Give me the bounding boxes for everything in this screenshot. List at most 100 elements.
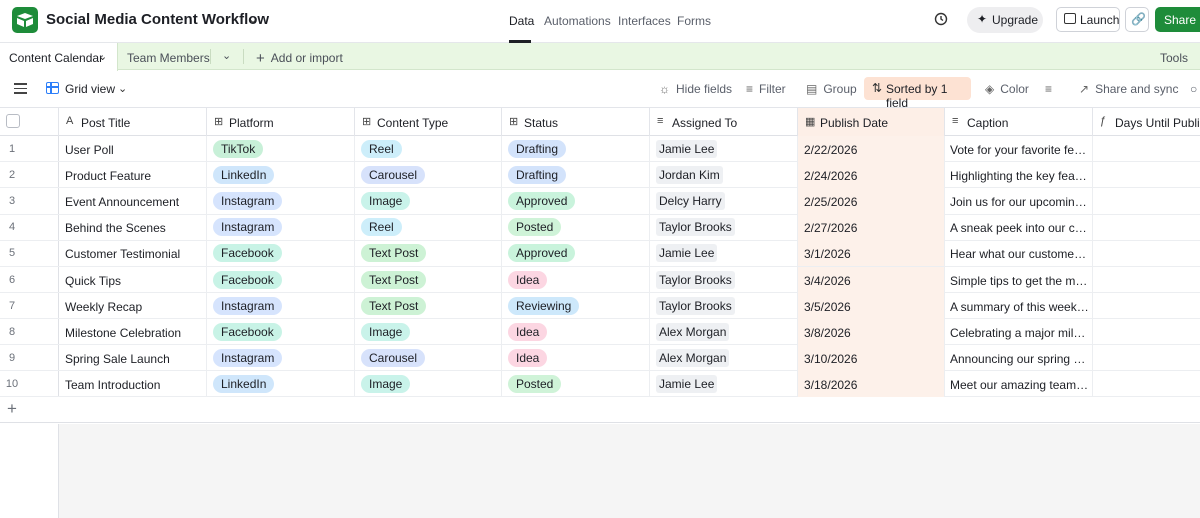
upgrade-button[interactable]: ✦ Upgrade — [967, 7, 1043, 33]
cell-status[interactable]: Reviewing — [502, 292, 650, 319]
table-row[interactable]: 4 Behind the Scenes Instagram Reel Posted Tay… — [0, 214, 1200, 241]
cell-days[interactable] — [1093, 267, 1200, 293]
cell-status[interactable]: Approved — [502, 240, 650, 267]
cell-platform[interactable]: Instagram — [207, 214, 355, 241]
cell-status[interactable]: Idea — [502, 344, 650, 371]
cell-caption[interactable]: Simple tips to get the most... — [945, 266, 1093, 293]
column-header-content-type[interactable]: ⊞ Content Type — [355, 108, 502, 136]
cell-title[interactable]: Weekly Recap — [59, 292, 207, 319]
cell-assigned[interactable]: Taylor Brooks — [650, 292, 798, 319]
cell-title[interactable]: Quick Tips — [59, 266, 207, 293]
cell-status[interactable]: Posted — [502, 214, 650, 241]
cell-date[interactable]: 3/1/2026 — [798, 240, 945, 267]
share-button[interactable]: Share — [1155, 7, 1200, 32]
cell-caption[interactable]: Vote for your favorite featu... — [945, 136, 1093, 162]
table-row[interactable]: 7 Weekly Recap Instagram Text Post Reviewing… — [0, 292, 1200, 319]
cell-title[interactable]: Product Feature — [59, 162, 207, 189]
cell-caption[interactable]: Hear what our customers h... — [945, 240, 1093, 267]
cell-platform[interactable]: Instagram — [207, 188, 355, 215]
table-row[interactable]: 6 Quick Tips Facebook Text Post Idea Taylor B… — [0, 266, 1200, 293]
cell-days[interactable] — [1093, 293, 1200, 319]
cell-assigned[interactable]: Jamie Lee — [650, 370, 798, 397]
cell-assigned[interactable]: Jamie Lee — [650, 240, 798, 267]
column-header-platform[interactable]: ⊞ Platform — [207, 108, 355, 136]
cell-platform[interactable]: TikTok — [207, 136, 355, 162]
history-icon[interactable] — [933, 11, 949, 27]
column-header-publish-date[interactable]: ▦ Publish Date — [798, 108, 945, 136]
hide-fields-button[interactable]: ☼ Hide fields — [659, 82, 732, 96]
add-or-import-button[interactable]: + Add or import — [256, 49, 343, 67]
cell-platform[interactable]: Facebook — [207, 240, 355, 267]
cell-date[interactable]: 3/4/2026 — [798, 266, 945, 293]
cell-platform[interactable]: Facebook — [207, 266, 355, 293]
table-row[interactable]: 5 Customer Testimonial Facebook Text Post Ap… — [0, 240, 1200, 267]
table-row[interactable]: 1 User Poll TikTok Reel Drafting Jamie Lee 2/2… — [0, 136, 1200, 163]
table-row[interactable]: 10 Team Introduction LinkedIn Image Posted Ja… — [0, 370, 1200, 398]
cell-caption[interactable]: Join us for our upcoming vi... — [945, 188, 1093, 215]
filter-button[interactable]: ≡ Filter — [746, 82, 786, 96]
cell-type[interactable]: Carousel — [355, 162, 502, 189]
nav-tab-forms[interactable]: Forms — [677, 14, 711, 28]
cell-title[interactable]: Event Announcement — [59, 188, 207, 215]
cell-date[interactable]: 3/5/2026 — [798, 292, 945, 319]
search-icon[interactable]: ○ — [1190, 82, 1197, 96]
cell-assigned[interactable]: Taylor Brooks — [650, 214, 798, 241]
column-header-status[interactable]: ⊞ Status — [502, 108, 650, 136]
cell-title[interactable]: Spring Sale Launch — [59, 344, 207, 371]
select-all-checkbox[interactable] — [6, 114, 20, 128]
share-and-sync-button[interactable]: ↗ Share and sync — [1079, 82, 1178, 96]
column-header-assigned-to[interactable]: ≡ Assigned To — [650, 108, 798, 136]
cell-title[interactable]: Team Introduction — [59, 370, 207, 397]
cell-platform[interactable]: Facebook — [207, 318, 355, 345]
cell-date[interactable]: 3/10/2026 — [798, 344, 945, 371]
column-header-caption[interactable]: ≡ Caption — [945, 108, 1093, 136]
chevron-down-icon[interactable]: ⌄ — [222, 49, 231, 62]
cell-days[interactable] — [1093, 214, 1200, 240]
cell-date[interactable]: 3/8/2026 — [798, 318, 945, 345]
group-button[interactable]: ▤ Group — [806, 82, 857, 96]
cell-assigned[interactable]: Alex Morgan — [650, 318, 798, 345]
cell-days[interactable] — [1093, 345, 1200, 371]
cell-date[interactable]: 2/25/2026 — [798, 188, 945, 215]
column-header-post-title[interactable]: A Post Title — [59, 108, 207, 136]
launch-button[interactable]: Launch — [1056, 7, 1120, 32]
sidebar-toggle-icon[interactable] — [14, 83, 27, 94]
cell-type[interactable]: Image — [355, 370, 502, 397]
table-row[interactable]: 2 Product Feature LinkedIn Carousel Drafting… — [0, 162, 1200, 189]
base-title[interactable]: Social Media Content Workflow — [46, 11, 269, 28]
cell-assigned[interactable]: Delcy Harry — [650, 188, 798, 215]
cell-platform[interactable]: LinkedIn — [207, 370, 355, 397]
table-tab-content-calendar[interactable]: Content Calendar ⌄ — [0, 43, 118, 71]
cell-assigned[interactable]: Jordan Kim — [650, 162, 798, 189]
cell-platform[interactable]: LinkedIn — [207, 162, 355, 189]
table-row[interactable]: 9 Spring Sale Launch Instagram Carousel Idea… — [0, 344, 1200, 372]
cell-days[interactable] — [1093, 136, 1200, 162]
copy-link-button[interactable]: 🔗 — [1125, 7, 1149, 32]
nav-tab-automations[interactable]: Automations — [544, 14, 611, 28]
table-row[interactable]: 8 Milestone Celebration Facebook Image Idea A… — [0, 318, 1200, 346]
cell-status[interactable]: Approved — [502, 188, 650, 215]
cell-assigned[interactable]: Taylor Brooks — [650, 266, 798, 293]
row-height-button[interactable]: ≡ — [1045, 82, 1058, 96]
table-row[interactable]: 3 Event Announcement Instagram Image Approve… — [0, 188, 1200, 215]
cell-type[interactable]: Image — [355, 318, 502, 345]
cell-caption[interactable]: A summary of this week's h... — [945, 292, 1093, 319]
cell-status[interactable]: Drafting — [502, 162, 650, 189]
table-tab-team-members[interactable]: Team Members — [127, 51, 210, 65]
cell-caption[interactable]: Celebrating a major milest... — [945, 318, 1093, 345]
cell-status[interactable]: Drafting — [502, 136, 650, 162]
cell-title[interactable]: Behind the Scenes — [59, 214, 207, 241]
cell-type[interactable]: Text Post — [355, 266, 502, 293]
cell-title[interactable]: Milestone Celebration — [59, 318, 207, 345]
cell-status[interactable]: Idea — [502, 318, 650, 345]
chevron-down-icon[interactable]: ⌄ — [248, 12, 258, 26]
view-name[interactable]: Grid view — [65, 82, 115, 96]
base-logo-icon[interactable] — [12, 7, 38, 33]
cell-type[interactable]: Reel — [355, 214, 502, 241]
color-button[interactable]: ◈ Color — [985, 82, 1029, 96]
cell-title[interactable]: User Poll — [59, 136, 207, 162]
cell-caption[interactable]: A sneak peek into our creat... — [945, 214, 1093, 241]
column-header-days-until-publish[interactable]: ƒ Days Until Publish — [1093, 108, 1200, 136]
cell-days[interactable] — [1093, 371, 1200, 397]
cell-status[interactable]: Idea — [502, 266, 650, 293]
